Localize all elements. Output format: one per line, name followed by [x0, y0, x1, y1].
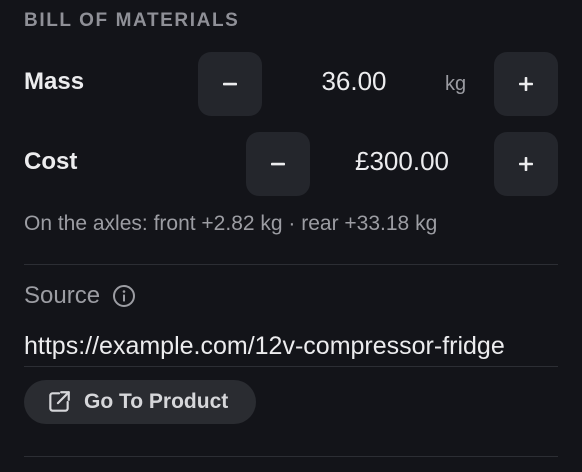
info-icon[interactable] — [112, 284, 136, 308]
mass-label: Mass — [24, 68, 85, 95]
minus-icon — [221, 75, 239, 93]
cost-increment-button[interactable] — [494, 132, 558, 196]
cost-label: Cost — [24, 148, 78, 175]
plus-icon — [517, 75, 535, 93]
mass-decrement-button[interactable] — [198, 52, 262, 116]
mass-increment-button[interactable] — [494, 52, 558, 116]
mass-value[interactable]: 36.00 — [296, 66, 412, 97]
divider — [24, 456, 558, 457]
external-link-icon — [46, 389, 72, 415]
source-label-text: Source — [24, 282, 101, 309]
axles-note: On the axles: front +2.82 kg · rear +33.… — [24, 212, 438, 235]
source-label: Source — [24, 282, 136, 310]
divider — [24, 366, 558, 367]
go-to-product-label: Go To Product — [84, 390, 229, 413]
divider — [24, 264, 558, 265]
plus-icon — [517, 155, 535, 173]
cost-decrement-button[interactable] — [246, 132, 310, 196]
go-to-product-button[interactable]: Go To Product — [24, 380, 256, 424]
cost-value[interactable]: £300.00 — [334, 146, 470, 177]
mass-unit: kg — [445, 73, 467, 95]
source-url-field[interactable]: https://example.com/12v-compressor-fridg… — [24, 326, 558, 366]
minus-icon — [269, 155, 287, 173]
section-title: BILL OF MATERIALS — [24, 10, 240, 31]
